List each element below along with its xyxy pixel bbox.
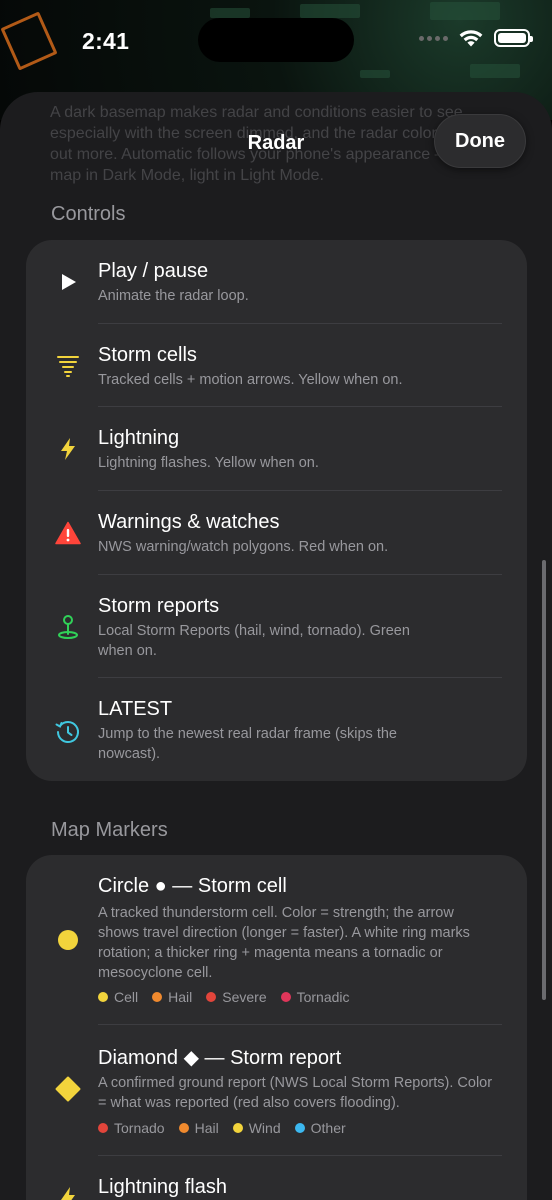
legend-item: Tornado — [98, 1120, 165, 1136]
control-row-play-pause: Play / pause Animate the radar loop. — [26, 240, 527, 324]
play-icon — [54, 268, 82, 296]
legend-item: Hail — [152, 989, 192, 1005]
marker-row-lightning: Lightning flash — [26, 1156, 527, 1200]
legend-label: Hail — [168, 989, 193, 1005]
control-subtitle: Lightning flashes. Yellow when on. — [98, 455, 319, 471]
legend-item: Tornadic — [280, 989, 350, 1005]
legend-label: Cell — [114, 989, 139, 1005]
legend-dot — [294, 1123, 305, 1133]
marker-title: Lightning flash — [98, 1176, 227, 1198]
control-title: Warnings & watches — [98, 511, 280, 533]
radar-sheet[interactable]: A dark basemap makes radar and condition… — [0, 92, 552, 1200]
control-row-lightning: Lightning Lightning flashes. Yellow when… — [26, 407, 527, 491]
clock-history-icon — [54, 718, 82, 746]
nav-bar: Radar Done — [0, 114, 552, 170]
marker-subtitle: A confirmed ground report (NWS Local Sto… — [98, 1075, 493, 1111]
control-subtitle: NWS warning/watch polygons. Red when on. — [98, 539, 389, 555]
legend-label: Tornado — [114, 1120, 165, 1136]
section-header-map-markers: Map Markers — [51, 819, 168, 841]
diamond-marker-icon — [54, 1075, 82, 1103]
legend-label: Wind — [248, 1120, 281, 1136]
bolt-icon — [54, 435, 82, 463]
marker-legend-diamond: Tornado Hail Wind Other — [98, 1120, 346, 1136]
circle-marker-icon — [54, 926, 82, 954]
marker-title: Diamond ◆ — Storm report — [98, 1047, 342, 1069]
control-subtitle: Jump to the newest real radar frame (ski… — [98, 726, 397, 762]
control-subtitle: Local Storm Reports (hail, wind, tornado… — [98, 623, 410, 659]
control-title: Storm reports — [98, 595, 220, 617]
cellular-signal-icon — [419, 35, 448, 41]
legend-dot — [178, 1123, 189, 1133]
legend-dot — [152, 992, 163, 1002]
legend-label: Hail — [194, 1120, 219, 1136]
control-row-storm-reports: Storm reports Local Storm Reports (hail,… — [26, 575, 527, 678]
section-header-controls: Controls — [51, 203, 126, 225]
legend-dot — [280, 992, 291, 1002]
marker-row-circle: Circle ● — Storm cell A tracked thunders… — [26, 855, 527, 1025]
status-icons — [419, 28, 533, 48]
legend-dot — [232, 1123, 243, 1133]
legend-label: Tornadic — [296, 989, 350, 1005]
legend-item: Wind — [232, 1120, 281, 1136]
control-row-latest: LATEST Jump to the newest real radar fra… — [26, 678, 527, 781]
scrollbar[interactable] — [542, 560, 546, 1000]
marker-title: Circle ● — Storm cell — [98, 875, 287, 897]
warning-triangle-icon — [54, 519, 82, 547]
control-title: Storm cells — [98, 344, 197, 366]
dynamic-island — [198, 18, 354, 62]
control-title: Play / pause — [98, 260, 209, 282]
wifi-icon — [459, 30, 483, 47]
tornado-icon — [54, 352, 82, 380]
legend-dot — [98, 992, 108, 1002]
legend-item: Cell — [98, 989, 138, 1005]
map-pin-icon — [54, 613, 82, 641]
legend-dot — [206, 992, 217, 1002]
controls-card: Play / pause Animate the radar loop. Sto… — [26, 240, 527, 781]
status-time: 2:41 — [82, 28, 130, 54]
map-markers-card: Circle ● — Storm cell A tracked thunders… — [26, 855, 527, 1200]
legend-label: Severe — [222, 989, 267, 1005]
control-row-warnings: Warnings & watches NWS warning/watch pol… — [26, 491, 527, 575]
marker-subtitle: A tracked thunderstorm cell. Color = str… — [98, 905, 470, 981]
legend-item: Other — [294, 1120, 346, 1136]
control-title: Lightning — [98, 427, 180, 449]
control-subtitle: Animate the radar loop. — [98, 288, 249, 304]
control-row-storm-cells: Storm cells Tracked cells + motion arrow… — [26, 324, 527, 407]
control-title: LATEST — [98, 698, 173, 720]
marker-row-diamond: Diamond ◆ — Storm report A confirmed gro… — [26, 1025, 527, 1156]
legend-dot — [98, 1123, 108, 1133]
map-warning-polygon — [0, 11, 58, 71]
marker-legend-circle: Cell Hail Severe Tornadic — [98, 989, 350, 1005]
legend-item: Severe — [206, 989, 267, 1005]
bolt-icon — [54, 1184, 82, 1200]
done-button[interactable]: Done — [434, 114, 526, 168]
battery-icon — [494, 29, 533, 47]
control-subtitle: Tracked cells + motion arrows. Yellow wh… — [98, 372, 403, 388]
legend-item: Hail — [178, 1120, 219, 1136]
legend-label: Other — [310, 1120, 346, 1136]
